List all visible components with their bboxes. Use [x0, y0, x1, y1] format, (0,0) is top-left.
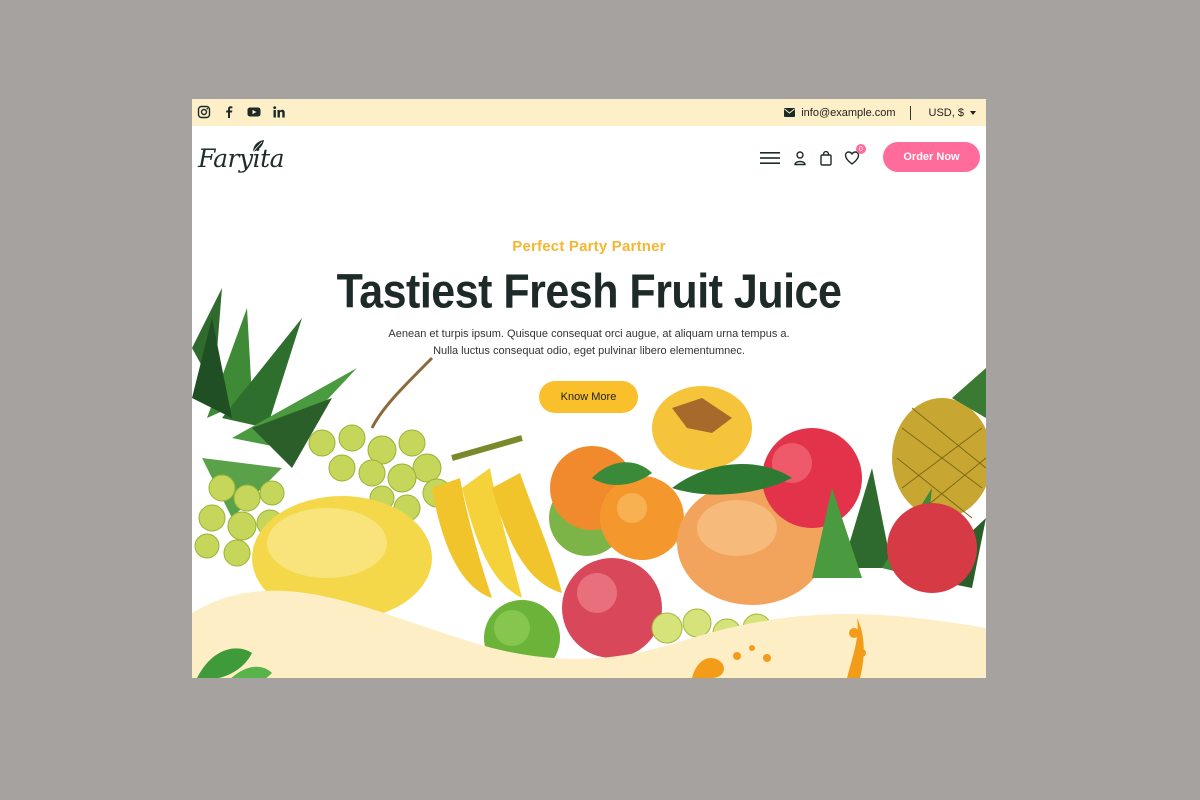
envelope-icon [784, 108, 796, 117]
email-link[interactable]: info@example.com [784, 106, 896, 119]
header-actions: 0 [760, 144, 870, 166]
leaf-icon [252, 140, 264, 153]
email-text: info@example.com [801, 106, 896, 119]
chevron-down-icon [970, 110, 976, 115]
hero-title: Tastiest Fresh Fruit Juice [336, 265, 842, 319]
youtube-icon[interactable] [247, 105, 261, 119]
instagram-icon[interactable] [197, 105, 211, 119]
linkedin-icon[interactable] [272, 105, 286, 119]
top-bar: info@example.com USD, $ [192, 99, 986, 126]
browser-page: info@example.com USD, $ Faryita 0 Order … [192, 99, 986, 678]
divider [909, 105, 911, 120]
currency-label: USD, $ [928, 106, 964, 119]
hero-description: Aenean et turpis ipsum. Quisque consequa… [342, 326, 836, 360]
logo-text: Faryita [198, 144, 285, 173]
facebook-icon[interactable] [222, 105, 236, 119]
site-header: Faryita 0 Order Now [192, 126, 986, 188]
currency-selector[interactable]: USD, $ [929, 107, 976, 119]
wishlist-count-badge: 0 [856, 144, 866, 154]
hero-description-line-1: Aenean et turpis ipsum. Quisque consequa… [388, 328, 790, 340]
wishlist-button[interactable]: 0 [844, 144, 866, 166]
order-now-button[interactable]: Order Now [883, 142, 980, 172]
menu-icon[interactable] [760, 150, 780, 166]
contact-area: info@example.com USD, $ [784, 99, 976, 126]
social-links [197, 105, 286, 119]
shopping-bag-icon[interactable] [818, 150, 834, 166]
fruit-illustration [192, 288, 986, 678]
hero-description-line-2: Nulla luctus consequat odio, eget pulvin… [433, 345, 745, 357]
site-logo[interactable]: Faryita [198, 138, 285, 178]
hero-eyebrow: Perfect Party Partner [512, 238, 666, 255]
know-more-button[interactable]: Know More [539, 381, 638, 413]
hero-section: Perfect Party Partner Tastiest Fresh Fru… [192, 188, 986, 678]
user-icon[interactable] [792, 150, 808, 166]
